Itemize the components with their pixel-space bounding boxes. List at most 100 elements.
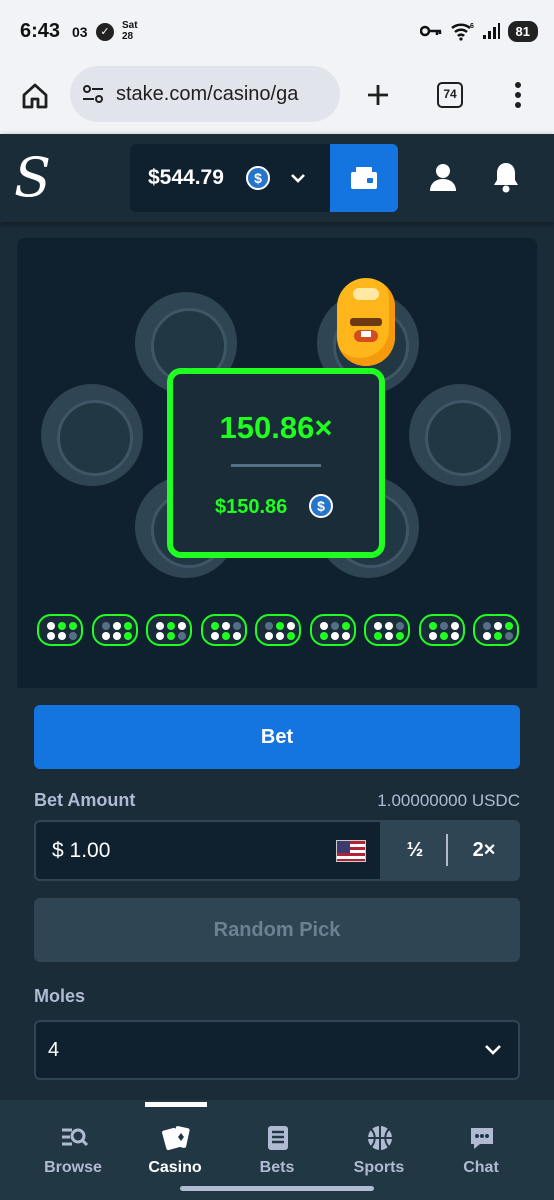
nav-chat[interactable]: Chat [426, 1100, 536, 1200]
url-bar[interactable]: stake.com/casino/ga [70, 66, 340, 122]
active-tab-indicator [145, 1102, 207, 1107]
history-dot [450, 632, 459, 640]
history-dot [101, 622, 110, 630]
history-result [146, 614, 192, 646]
history-dot [483, 622, 491, 630]
balance-value: $544.79 [148, 166, 224, 189]
tab-switcher-button[interactable]: 74 [437, 82, 463, 108]
history-dot [450, 622, 459, 630]
history-dot [210, 622, 219, 630]
new-tab-icon[interactable] [366, 83, 390, 107]
nav-sports[interactable]: Sports [324, 1100, 434, 1200]
history-result [200, 614, 247, 646]
half-bet-button[interactable]: ½ [382, 820, 448, 881]
history-dot [276, 622, 284, 630]
history-dot [47, 622, 55, 630]
moles-label: Moles [34, 986, 86, 1006]
history-dot [156, 622, 164, 630]
history-result [255, 614, 301, 646]
history-dot [47, 632, 55, 640]
sports-icon [368, 1126, 392, 1150]
chat-icon [471, 1128, 493, 1149]
history-dot [156, 632, 164, 640]
history-dot [112, 632, 121, 640]
history-dot [494, 632, 502, 640]
history-dot [178, 622, 186, 630]
url-text: stake.com/casino/ga [116, 83, 299, 105]
history-dot [167, 632, 175, 640]
mole-character [337, 278, 395, 366]
history-result [418, 614, 465, 646]
history-dot [439, 622, 448, 630]
chevron-down-icon [291, 174, 305, 183]
app-notification-icon: ✓ [96, 23, 114, 41]
history-dot [276, 632, 284, 640]
bet-amount-input[interactable]: $ 1.00 [34, 820, 382, 881]
signal-icon [482, 23, 500, 39]
history-dot [167, 622, 175, 630]
round-history [37, 614, 519, 646]
bet-button[interactable]: Bet [34, 705, 520, 769]
status-notification-count: 03 [72, 24, 88, 40]
history-dot [505, 622, 513, 630]
history-dot [374, 622, 382, 630]
history-dot [265, 622, 273, 630]
site-header: S $544.79 $ [0, 134, 554, 222]
win-result-card: 150.86× $150.86 $ [167, 368, 385, 558]
history-result [309, 614, 356, 646]
status-time: 6:43 [20, 20, 61, 42]
history-result [37, 614, 83, 646]
divider [231, 464, 321, 467]
history-dot [265, 632, 273, 640]
user-icon[interactable] [428, 162, 458, 192]
svg-text:6: 6 [470, 23, 474, 30]
home-icon[interactable] [21, 82, 49, 110]
history-dot [505, 632, 513, 640]
history-dot [396, 622, 404, 630]
history-dot [232, 622, 241, 630]
history-dot [69, 622, 77, 630]
history-dot [232, 632, 241, 640]
home-indicator[interactable] [180, 1186, 374, 1191]
mole-hole[interactable] [41, 384, 143, 486]
wallet-button[interactable] [330, 144, 398, 212]
mole-hole[interactable] [409, 384, 511, 486]
random-pick-button[interactable]: Random Pick [34, 898, 520, 962]
bet-amount-value: $ 1.00 [52, 839, 111, 862]
history-result [473, 614, 519, 646]
bottom-nav: Browse Casino Bets Sports Chat [0, 1100, 554, 1200]
history-dot [221, 632, 230, 640]
bet-amount-label: Bet Amount [34, 790, 136, 810]
history-dot [428, 632, 437, 640]
history-dot [69, 632, 77, 640]
stake-logo[interactable]: S [14, 146, 51, 209]
history-result [91, 614, 138, 646]
casino-icon [162, 1126, 190, 1151]
browse-icon [62, 1128, 88, 1147]
history-dot [341, 632, 350, 640]
nav-casino[interactable]: Casino [120, 1100, 230, 1200]
key-icon [419, 25, 441, 37]
history-dot [330, 632, 339, 640]
browser-menu-icon[interactable] [514, 82, 522, 108]
bets-icon [268, 1126, 288, 1150]
site-settings-icon[interactable] [82, 84, 104, 104]
bet-amount-crypto: 1.00000000 USDC [377, 791, 520, 810]
battery-indicator: 81 [507, 20, 538, 42]
browser-toolbar: stake.com/casino/ga 74 [0, 62, 554, 134]
moles-value: 4 [48, 1039, 60, 1061]
history-dot [494, 622, 502, 630]
nav-bets[interactable]: Bets [222, 1100, 332, 1200]
moles-select[interactable]: 4 [34, 1020, 520, 1080]
history-dot [210, 632, 219, 640]
history-dot [385, 632, 393, 640]
wallet-balance-dropdown[interactable]: $544.79 $ [130, 144, 330, 212]
history-dot [287, 622, 295, 630]
notification-bell-icon[interactable] [492, 161, 520, 193]
history-result [364, 614, 410, 646]
game-board: 150.86× $150.86 $ [17, 238, 537, 688]
history-dot [221, 622, 230, 630]
double-bet-button[interactable]: 2× [448, 820, 520, 881]
nav-browse[interactable]: Browse [18, 1100, 128, 1200]
history-dot [123, 622, 132, 630]
